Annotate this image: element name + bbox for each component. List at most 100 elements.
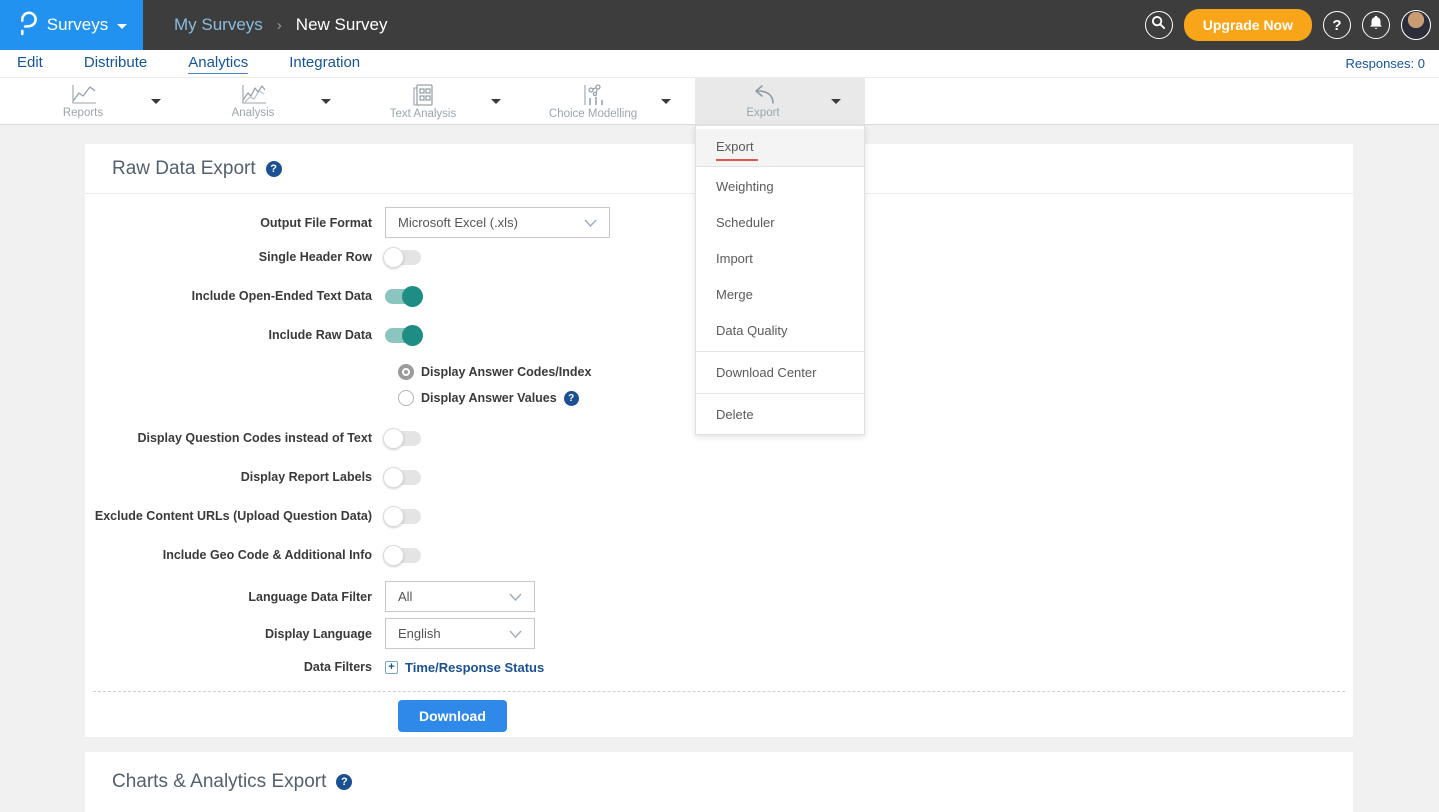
radio-option-answer-values[interactable]: Display Answer Values ? bbox=[398, 388, 1353, 408]
plus-icon: + bbox=[385, 661, 398, 674]
form-row: Language Data Filter All bbox=[85, 581, 1353, 612]
time-response-status-link[interactable]: + Time/Response Status bbox=[385, 660, 544, 675]
notifications-button[interactable] bbox=[1362, 11, 1390, 39]
toolbar-label: Reports bbox=[63, 107, 103, 119]
language-data-filter-select[interactable]: All bbox=[385, 581, 535, 612]
menu-item-merge[interactable]: Merge bbox=[696, 278, 864, 311]
section-divider bbox=[93, 691, 1345, 692]
toolbar-label: Analysis bbox=[232, 107, 275, 119]
field-label: Include Open-Ended Text Data bbox=[85, 289, 385, 303]
chevron-down-icon bbox=[509, 593, 522, 601]
toolbar-group-export: Export bbox=[695, 78, 865, 125]
analysis-button[interactable]: Analysis bbox=[185, 78, 321, 125]
toolbar-group-choice-modelling: Choice Modelling bbox=[525, 78, 695, 125]
breadcrumb-separator: › bbox=[277, 17, 282, 34]
app-switcher[interactable]: Surveys bbox=[0, 0, 143, 50]
form-row: Display Report Labels bbox=[85, 467, 1353, 487]
answer-display-radio-group: Display Answer Codes/Index Display Answe… bbox=[398, 362, 1353, 408]
radio-option-codes-index[interactable]: Display Answer Codes/Index bbox=[398, 362, 1353, 382]
report-labels-toggle[interactable] bbox=[385, 470, 421, 485]
tab-distribute[interactable]: Distribute bbox=[84, 54, 147, 73]
reports-dropdown-caret[interactable] bbox=[151, 99, 161, 104]
field-label: Display Question Codes instead of Text bbox=[85, 431, 385, 445]
toolbar-group-analysis: Analysis bbox=[185, 78, 355, 125]
help-button[interactable]: ? bbox=[1323, 11, 1351, 39]
choice-modelling-dropdown-caret[interactable] bbox=[661, 99, 671, 104]
toolbar-label: Text Analysis bbox=[390, 108, 456, 120]
topbar-actions: Upgrade Now ? bbox=[1145, 0, 1431, 50]
download-button[interactable]: Download bbox=[398, 700, 507, 732]
include-raw-data-toggle[interactable] bbox=[385, 328, 421, 343]
menu-item-import[interactable]: Import bbox=[696, 242, 864, 275]
export-arrow-icon bbox=[750, 84, 776, 105]
toolbar-label: Export bbox=[746, 107, 779, 119]
breadcrumb-current: New Survey bbox=[296, 15, 388, 35]
question-codes-toggle[interactable] bbox=[385, 431, 421, 446]
chevron-down-icon bbox=[117, 24, 127, 29]
download-row: Download bbox=[398, 700, 1353, 732]
field-label: Display Language bbox=[85, 627, 385, 641]
breadcrumb-my-surveys[interactable]: My Surveys bbox=[174, 15, 263, 35]
top-bar: Surveys My Surveys › New Survey Upgrade … bbox=[0, 0, 1439, 50]
export-button[interactable]: Export bbox=[695, 78, 831, 125]
upgrade-now-button[interactable]: Upgrade Now bbox=[1184, 9, 1312, 41]
brand-logo-icon bbox=[16, 10, 38, 41]
tab-edit[interactable]: Edit bbox=[17, 54, 43, 73]
menu-divider bbox=[696, 351, 864, 352]
field-label: Single Header Row bbox=[85, 250, 385, 264]
chevron-down-icon bbox=[509, 630, 522, 638]
search-icon bbox=[1151, 15, 1166, 35]
chevron-down-icon bbox=[584, 219, 597, 227]
question-mark-icon: ? bbox=[1332, 17, 1341, 34]
analysis-chart-icon bbox=[240, 84, 267, 105]
card-header: Charts & Analytics Export ? bbox=[85, 752, 1353, 812]
form-row: Data Filters + Time/Response Status bbox=[85, 657, 1353, 677]
choice-modelling-scatter-icon bbox=[581, 84, 605, 106]
radio-unselected-icon bbox=[398, 390, 414, 406]
output-file-format-select[interactable]: Microsoft Excel (.xls) bbox=[385, 207, 610, 238]
responses-count: Responses: 0 bbox=[1346, 56, 1426, 71]
include-open-ended-toggle[interactable] bbox=[385, 289, 421, 304]
field-label: Exclude Content URLs (Upload Question Da… bbox=[85, 509, 385, 523]
text-analysis-document-icon bbox=[413, 84, 433, 106]
choice-modelling-button[interactable]: Choice Modelling bbox=[525, 78, 661, 125]
text-analysis-button[interactable]: Text Analysis bbox=[355, 78, 491, 125]
bell-icon bbox=[1369, 15, 1383, 35]
toolbar-label: Choice Modelling bbox=[549, 108, 637, 120]
brand-name: Surveys bbox=[47, 15, 108, 35]
user-avatar[interactable] bbox=[1401, 10, 1431, 40]
search-button[interactable] bbox=[1145, 11, 1173, 39]
form-row: Display Language English bbox=[85, 618, 1353, 649]
tab-analytics[interactable]: Analytics bbox=[188, 54, 248, 74]
export-dropdown-menu: Export Weighting Scheduler Import Merge … bbox=[695, 125, 865, 435]
display-language-select[interactable]: English bbox=[385, 618, 535, 649]
reports-chart-icon bbox=[70, 84, 97, 105]
text-analysis-dropdown-caret[interactable] bbox=[491, 99, 501, 104]
help-icon[interactable]: ? bbox=[336, 774, 352, 790]
single-header-row-toggle[interactable] bbox=[385, 250, 421, 265]
menu-item-weighting[interactable]: Weighting bbox=[696, 170, 864, 203]
field-label: Include Raw Data bbox=[85, 328, 385, 342]
analytics-toolbar: Reports Analysis bbox=[0, 78, 1439, 125]
help-icon[interactable]: ? bbox=[266, 161, 282, 177]
field-label: Language Data Filter bbox=[85, 590, 385, 604]
menu-item-download-center[interactable]: Download Center bbox=[696, 356, 864, 389]
menu-item-delete[interactable]: Delete bbox=[696, 398, 864, 431]
analysis-dropdown-caret[interactable] bbox=[321, 99, 331, 104]
menu-item-export[interactable]: Export bbox=[696, 129, 864, 167]
toolbar-group-reports: Reports bbox=[15, 78, 185, 125]
radio-selected-icon bbox=[398, 364, 414, 380]
menu-item-scheduler[interactable]: Scheduler bbox=[696, 206, 864, 239]
reports-button[interactable]: Reports bbox=[15, 78, 151, 125]
field-label: Include Geo Code & Additional Info bbox=[85, 548, 385, 562]
card-title: Raw Data Export bbox=[112, 158, 256, 180]
geo-code-toggle[interactable] bbox=[385, 548, 421, 563]
tab-integration[interactable]: Integration bbox=[289, 54, 360, 73]
help-icon[interactable]: ? bbox=[564, 391, 579, 406]
menu-item-data-quality[interactable]: Data Quality bbox=[696, 314, 864, 347]
exclude-content-urls-toggle[interactable] bbox=[385, 509, 421, 524]
field-label: Data Filters bbox=[85, 660, 385, 674]
form-row: Exclude Content URLs (Upload Question Da… bbox=[85, 506, 1353, 526]
menu-divider bbox=[696, 393, 864, 394]
export-dropdown-caret[interactable] bbox=[831, 99, 841, 104]
